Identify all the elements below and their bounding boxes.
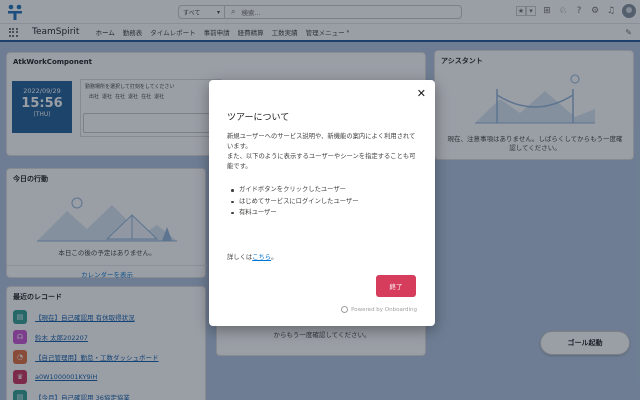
more-info-link[interactable]: こちら — [252, 254, 271, 261]
list-item: 有料ユーザー — [227, 207, 419, 218]
dialog-body: 新規ユーザーへのサービス説明や、新機能の案内によく利用されています。 また、以下… — [227, 132, 419, 218]
tour-dialog: ✕ ツアーについて 新規ユーザーへのサービス説明や、新機能の案内によく利用されて… — [209, 80, 435, 326]
list-item: はじめてサービスにログインしたユーザー — [227, 196, 419, 207]
dialog-title: ツアーについて — [227, 113, 290, 123]
onboarding-logo-icon — [341, 306, 349, 313]
finish-button[interactable]: 終了 — [376, 275, 416, 297]
dialog-paragraph: 新規ユーザーへのサービス説明や、新機能の案内によく利用されています。 — [227, 133, 416, 151]
more-info: 詳しくはこちら。 — [227, 252, 277, 261]
more-suffix: 。 — [271, 254, 278, 261]
dialog-paragraph: また、以下のように表示するユーザーやシーンを指定することも可能です。 — [227, 153, 416, 171]
close-icon[interactable]: ✕ — [417, 88, 426, 99]
powered-by-label: Powered by Onboarding — [351, 306, 417, 313]
powered-by[interactable]: Powered by Onboarding — [341, 306, 417, 313]
more-prefix: 詳しくは — [227, 254, 253, 261]
list-item: ガイドボタンをクリックしたユーザー — [227, 184, 419, 195]
target-user-list: ガイドボタンをクリックしたユーザー はじめてサービスにログインしたユーザー 有料… — [227, 184, 419, 218]
